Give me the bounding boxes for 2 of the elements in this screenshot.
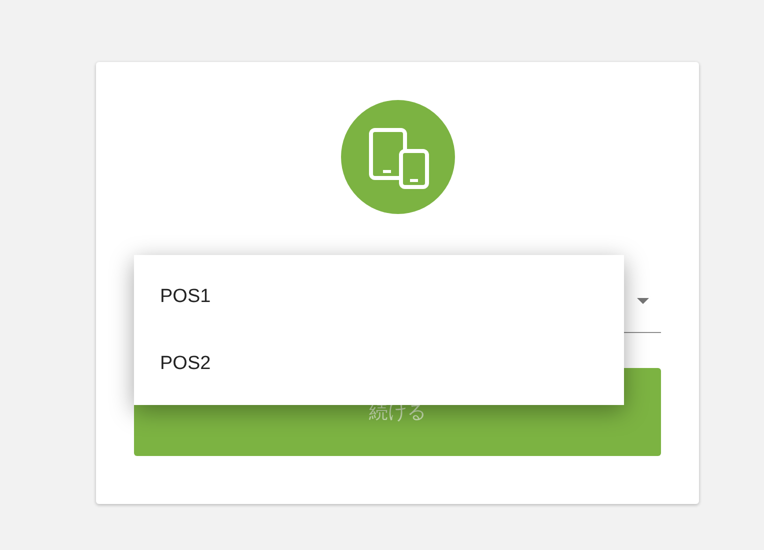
caret-icon <box>637 298 649 304</box>
menu-option[interactable]: POS1 <box>134 263 624 330</box>
